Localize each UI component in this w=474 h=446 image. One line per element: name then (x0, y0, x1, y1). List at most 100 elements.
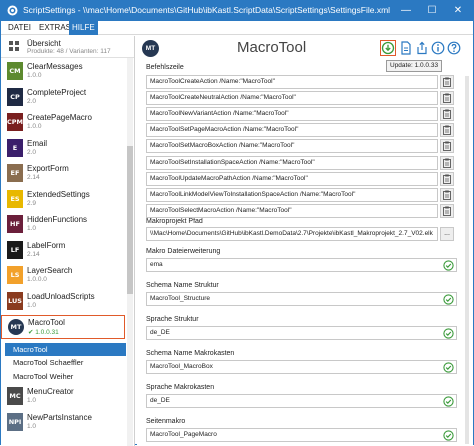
copy-button[interactable] (440, 123, 454, 138)
script-item-email[interactable]: E Email 2.0 (1, 137, 125, 161)
script-item-clearmessages[interactable]: CM ClearMessages 1.0.0 (1, 60, 125, 84)
script-badge: CM (7, 62, 23, 80)
overview-subtitle: Produkte: 48 / Varianten: 117 (27, 48, 111, 55)
script-badge: CP (7, 87, 23, 106)
copy-button[interactable] (440, 107, 454, 122)
script-name: ExtendedSettings (27, 189, 90, 199)
clipboard-icon (443, 93, 451, 104)
overview-item[interactable]: Übersicht Produkte: 48 / Varianten: 117 (1, 36, 134, 58)
command-field[interactable]: MacroToolNewVariantAction /Name:"MacroTo… (146, 107, 438, 122)
script-version: 1.0 (27, 225, 37, 232)
page-title: MacroTool (237, 39, 307, 56)
copy-button[interactable] (440, 75, 454, 89)
download-icon (381, 41, 395, 55)
minimize-button[interactable]: — (393, 1, 419, 21)
command-field[interactable]: MacroToolSelectMacroAction /Name:"MacroT… (146, 203, 438, 218)
copy-button[interactable] (440, 155, 454, 170)
script-item-extendedsettings[interactable]: ES ExtendedSettings 2.9 (1, 188, 125, 212)
command-field[interactable]: MacroToolSetPageMacroAction /Name:"Macro… (146, 123, 438, 138)
variant-item[interactable]: MacroTool Schaeffler (5, 356, 126, 369)
file-icon[interactable] (399, 41, 413, 55)
script-item-newpartsinstance[interactable]: NPI NewPartsInstance 1.0 (1, 411, 125, 435)
sidebar-scroll-thumb[interactable] (127, 146, 133, 294)
script-item-layersearch[interactable]: LS LayerSearch 1.0.0.0 (1, 264, 125, 288)
script-item-hiddenfunctions[interactable]: HF HiddenFunctions 1.0 (1, 213, 125, 237)
script-badge: LF (7, 240, 23, 259)
valid-check-icon (443, 260, 454, 271)
browse-button[interactable]: ... (440, 227, 454, 241)
clipboard-icon (443, 141, 451, 152)
script-name: MacroTool (28, 318, 65, 327)
script-item-labelform[interactable]: LF LabelForm 2.14 (1, 239, 125, 263)
help-icon[interactable] (447, 41, 461, 55)
info-icon[interactable] (431, 41, 445, 55)
clipboard-icon (443, 206, 451, 216)
clipboard-icon (443, 158, 451, 168)
valid-check-icon (443, 362, 454, 373)
setting-field[interactable]: MacroTool_PageMacro (146, 428, 457, 442)
script-item-createpagemacro[interactable]: CPM CreatePageMacro 1.0.0 (1, 111, 125, 135)
setting-field[interactable]: MacroTool_MacroBox (146, 360, 457, 374)
share-icon[interactable] (415, 41, 429, 55)
copy-button[interactable] (440, 187, 454, 202)
setting-field[interactable]: de_DE (146, 394, 457, 408)
maximize-button[interactable]: ☐ (419, 1, 445, 21)
variant-item[interactable]: MacroTool Weiher (5, 370, 126, 383)
valid-check-icon (443, 328, 454, 339)
close-button[interactable]: ✕ (445, 1, 471, 21)
settings-window: ScriptSettings - \\mac\Home\Documents\Gi… (0, 0, 474, 446)
clipboard-icon (443, 190, 451, 200)
setting-field[interactable]: MacroTool_Structure (146, 292, 457, 306)
script-version: 2.0 (27, 97, 37, 105)
valid-check-icon (443, 430, 454, 441)
script-item-exportform[interactable]: EF ExportForm 2.14 (1, 162, 125, 186)
command-field[interactable]: MacroToolSetMacroBoxAction /Name:"MacroT… (146, 139, 438, 154)
clipboard-icon (443, 77, 451, 87)
variant-item[interactable]: MacroTool (5, 342, 126, 356)
script-version: 1.0 (27, 301, 37, 309)
script-version: 1.0 (27, 422, 37, 430)
sidebar: Übersicht Produkte: 48 / Varianten: 117 … (1, 36, 135, 446)
main-scrollbar[interactable] (465, 76, 469, 444)
sidebar-scrollbar[interactable] (127, 58, 133, 446)
copy-button[interactable] (440, 139, 454, 154)
setting-field[interactable]: de_DE (146, 326, 457, 340)
app-gear-icon (7, 5, 18, 16)
copy-button[interactable] (440, 91, 454, 106)
script-badge: MT (8, 319, 24, 335)
script-name: HiddenFunctions (27, 215, 88, 224)
menu-hilfe[interactable]: HILFE (69, 21, 98, 35)
script-version: 2.14 (27, 250, 40, 258)
script-version: 1.0 (27, 397, 37, 404)
copy-button[interactable] (440, 203, 454, 218)
script-name: NewPartsInstance (27, 412, 92, 422)
setting-label: Makro Dateierweiterung (146, 248, 221, 255)
copy-button[interactable] (440, 171, 454, 186)
script-version: 2.14 (27, 174, 40, 181)
script-item-completeproject[interactable]: CP CompleteProject 2.0 (1, 86, 125, 110)
script-name: LayerSearch (27, 266, 73, 275)
script-badge: EF (7, 164, 23, 182)
title-bar: ScriptSettings - \\mac\Home\Documents\Gi… (1, 1, 473, 21)
script-item-macrotool[interactable]: MT MacroTool ✔ 1.0.0.31 (1, 315, 125, 339)
clipboard-icon (443, 109, 451, 120)
script-item-loadunloadscripts[interactable]: LUS LoadUnloadScripts 1.0 (1, 290, 125, 314)
detail-panel: MT MacroTool Update: 1.0.0.33 Befehlszei… (137, 36, 473, 446)
command-field[interactable]: MacroToolCreateAction /Name:"MacroTool" (146, 75, 438, 89)
makroprojekt-path-field[interactable]: \\Mac\Home\Documents\GitHub\ibKastl.Demo… (146, 227, 438, 241)
script-name: LabelForm (27, 240, 66, 250)
setting-field[interactable]: ema (146, 258, 457, 272)
script-version: 2.0 (27, 148, 37, 156)
script-name: CompleteProject (27, 87, 87, 97)
command-field[interactable]: MacroToolUpdateMacroPathAction /Name:"Ma… (146, 171, 438, 186)
menu-datei[interactable]: DATEI (5, 21, 34, 35)
script-badge: ES (7, 189, 23, 208)
overview-title: Übersicht (27, 39, 61, 48)
command-field[interactable]: MacroToolSetInstallationSpaceAction /Nam… (146, 155, 438, 170)
command-field[interactable]: MacroToolLinkModelViewToInstallationSpac… (146, 187, 438, 202)
update-button[interactable] (380, 40, 396, 56)
update-tooltip: Update: 1.0.0.33 (386, 60, 443, 72)
script-item-menucreator[interactable]: MC MenuCreator 1.0 (1, 385, 125, 409)
script-badge: E (7, 138, 23, 157)
command-field[interactable]: MacroToolCreateNeutralAction /Name:"Macr… (146, 91, 438, 106)
